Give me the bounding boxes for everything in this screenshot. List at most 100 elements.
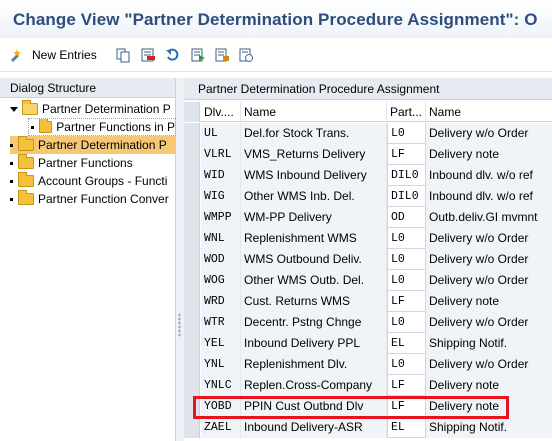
tree-item-label: Partner Determination P — [42, 102, 171, 116]
dlv-name-cell: Del.for Stock Trans. — [241, 123, 387, 144]
dlv-type-cell: WTR — [201, 312, 241, 333]
column-header-dlv-type[interactable]: Dlv.... — [201, 102, 241, 122]
partner-proc-field[interactable]: LF — [387, 375, 426, 396]
proc-name-cell: Shipping Notif. — [426, 417, 552, 438]
partner-proc-field[interactable]: OD — [387, 207, 426, 228]
column-header-name[interactable]: Name — [241, 102, 387, 122]
tree-item-partner-functions[interactable]: Partner Functions — [10, 154, 176, 172]
partner-proc-field[interactable]: EL — [387, 333, 426, 354]
partner-proc-field[interactable]: DIL0 — [387, 186, 426, 207]
tree-item-label: Partner Determination P — [38, 138, 167, 152]
splitter-grip-icon[interactable] — [178, 313, 181, 337]
folder-icon — [18, 190, 34, 205]
title-bar: Change View "Partner Determination Proce… — [0, 0, 552, 38]
bullet-icon — [10, 143, 13, 147]
partner-proc-field[interactable]: LF — [387, 144, 426, 165]
tree-item-label: Account Groups - Functi — [38, 174, 168, 188]
bullet-icon — [31, 125, 34, 129]
bullet-icon — [10, 197, 13, 201]
dialog-structure-pane: Dialog Structure Partner Determination P… — [0, 78, 176, 441]
row-selector[interactable] — [184, 291, 200, 312]
table-row[interactable]: YNL Replenishment Dlv. L0 Delivery w/o Orde… — [184, 354, 552, 375]
expand-triangle-icon[interactable] — [10, 106, 18, 112]
proc-name-cell: Delivery w/o Order — [426, 249, 552, 270]
table-row[interactable]: YEL Inbound Delivery PPL EL Shipping Notif. — [184, 333, 552, 354]
table-row[interactable]: UL Del.for Stock Trans. L0 Delivery w/o Ord… — [184, 123, 552, 144]
folder-icon — [18, 154, 34, 169]
row-selector[interactable] — [184, 144, 200, 165]
proc-name-cell: Delivery w/o Order — [426, 354, 552, 375]
dlv-type-cell: WID — [201, 165, 241, 186]
row-selector[interactable] — [184, 312, 200, 333]
table-row[interactable]: WID WMS Inbound Delivery DIL0 Inbound dlv. … — [184, 165, 552, 186]
column-header-proc-name[interactable]: Name — [426, 102, 552, 122]
tree-item-partner-functions-in-proc[interactable]: Partner Functions in P — [28, 118, 176, 136]
table-row[interactable]: WOG Other WMS Outb. Del. L0 Delivery w/o Or… — [184, 270, 552, 291]
dlv-name-cell: VMS_Returns Delivery — [241, 144, 387, 165]
row-selector[interactable] — [184, 333, 200, 354]
row-selector[interactable] — [184, 228, 200, 249]
partner-proc-field[interactable]: L0 — [387, 228, 426, 249]
partner-proc-field[interactable]: L0 — [387, 270, 426, 291]
row-selector[interactable] — [184, 207, 200, 228]
column-header-partner-proc[interactable]: Part... — [387, 102, 426, 122]
proc-name-cell: Delivery w/o Order — [426, 312, 552, 333]
pane-splitter[interactable] — [176, 78, 184, 441]
partner-proc-field[interactable]: L0 — [387, 354, 426, 375]
new-entries-label: New Entries — [32, 48, 97, 62]
proc-name-cell: Delivery note — [426, 375, 552, 396]
proc-name-cell: Inbound dlv. w/o ref — [426, 186, 552, 207]
table-row[interactable]: WIG Other WMS Inb. Del. DIL0 Inbound dlv. w… — [184, 186, 552, 207]
select-all-rows-button[interactable] — [184, 102, 200, 122]
new-entries-button[interactable]: New Entries — [8, 46, 97, 64]
partner-proc-field[interactable]: L0 — [387, 249, 426, 270]
row-selector[interactable] — [184, 165, 200, 186]
table-row[interactable]: WOD WMS Outbound Deliv. L0 Delivery w/o Ord… — [184, 249, 552, 270]
row-selector[interactable] — [184, 354, 200, 375]
row-selector[interactable] — [184, 186, 200, 207]
new-entries-icon — [8, 47, 24, 63]
folder-open-icon — [22, 100, 38, 115]
undo-button[interactable] — [165, 46, 181, 64]
tree-item-partner-function-conversion[interactable]: Partner Function Conver — [10, 190, 176, 208]
deselect-all-icon — [214, 47, 230, 63]
deselect-all-button[interactable] — [214, 46, 230, 64]
delete-button[interactable] — [140, 46, 156, 64]
tree-item-partner-determination-assignment[interactable]: Partner Determination P — [10, 136, 176, 154]
partner-proc-field[interactable]: EL — [387, 417, 426, 438]
select-all-icon — [190, 47, 206, 63]
table-row[interactable]: WRD Cust. Returns WMS LF Delivery note — [184, 291, 552, 312]
highlight-box — [193, 396, 509, 419]
select-all-button[interactable] — [190, 46, 206, 64]
partner-proc-field[interactable]: DIL0 — [387, 165, 426, 186]
table-row[interactable]: VLRL VMS_Returns Delivery LF Delivery note — [184, 144, 552, 165]
dlv-name-cell: Other WMS Inb. Del. — [241, 186, 387, 207]
row-selector[interactable] — [184, 375, 200, 396]
table-row[interactable]: WTR Decentr. Pstng Chnge L0 Delivery w/o Or… — [184, 312, 552, 333]
row-selector[interactable] — [184, 270, 200, 291]
tree-item-account-groups[interactable]: Account Groups - Functi — [10, 172, 176, 190]
proc-name-cell: Delivery note — [426, 144, 552, 165]
partner-proc-field[interactable]: L0 — [387, 312, 426, 333]
tree-item-partner-determination-proc[interactable]: Partner Determination P — [10, 100, 176, 118]
table-row[interactable]: WMPP WM-PP Delivery OD Outb.deliv.GI mvmnt — [184, 207, 552, 228]
copy-button[interactable] — [115, 46, 131, 64]
proc-name-cell: Delivery w/o Order — [426, 270, 552, 291]
table-row[interactable]: YNLC Replen.Cross-Company LF Delivery note — [184, 375, 552, 396]
row-selector[interactable] — [184, 417, 200, 438]
partner-proc-field[interactable]: LF — [387, 291, 426, 312]
proc-name-cell: Delivery note — [426, 291, 552, 312]
bullet-icon — [10, 161, 13, 165]
table-row[interactable]: WNL Replenishment WMS L0 Delivery w/o Order — [184, 228, 552, 249]
dlv-name-cell: Replenishment WMS — [241, 228, 387, 249]
row-selector[interactable] — [184, 123, 200, 144]
dlv-type-cell: WIG — [201, 186, 241, 207]
row-selector[interactable] — [184, 249, 200, 270]
proc-name-cell: Shipping Notif. — [426, 333, 552, 354]
dlv-type-cell: WOG — [201, 270, 241, 291]
block-button[interactable] — [238, 46, 254, 64]
dlv-name-cell: WM-PP Delivery — [241, 207, 387, 228]
partner-proc-field[interactable]: L0 — [387, 123, 426, 144]
dlv-type-cell: VLRL — [201, 144, 241, 165]
table-row[interactable]: ZAEL Inbound Delivery-ASR EL Shipping Notif… — [184, 417, 552, 438]
